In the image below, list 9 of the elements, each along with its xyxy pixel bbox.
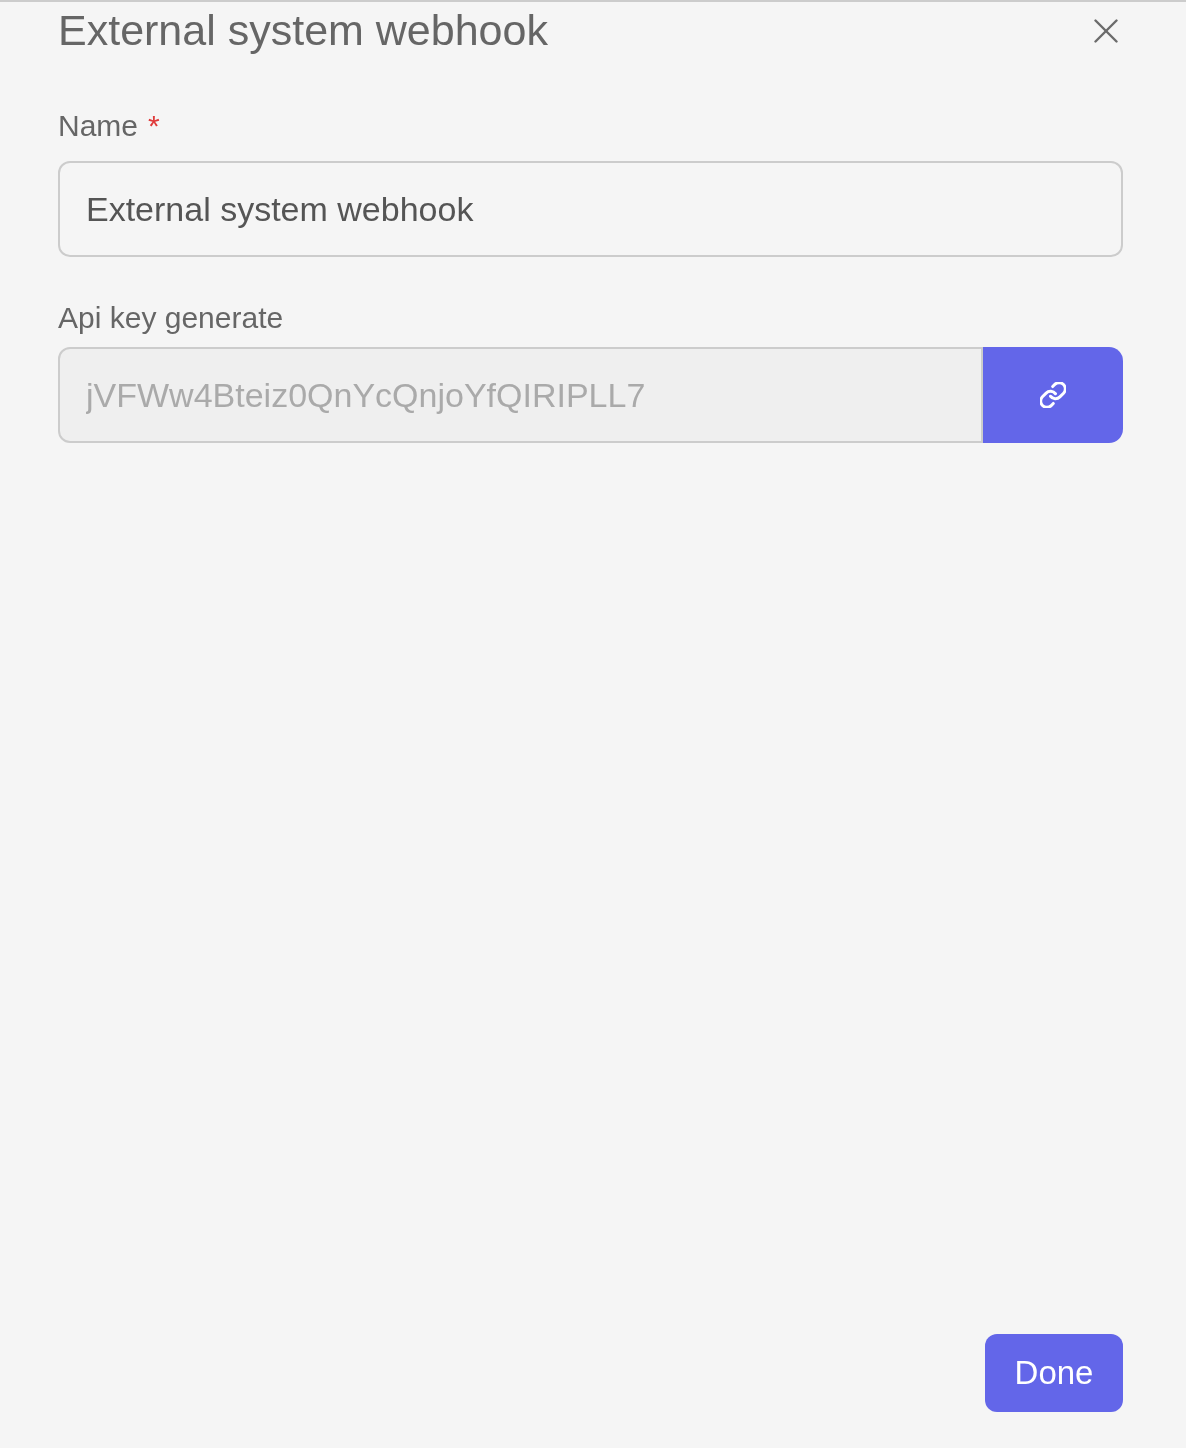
generate-button[interactable]	[983, 347, 1123, 443]
close-icon[interactable]	[1094, 19, 1118, 43]
field-label: Name	[58, 108, 139, 144]
dialog-title: External system webhook	[58, 5, 548, 56]
field-label: Api key generate	[58, 300, 284, 336]
link-icon	[1040, 382, 1066, 408]
done-button[interactable]: Done	[985, 1334, 1123, 1412]
name-input[interactable]: External system webhook	[58, 161, 1123, 257]
required-mark: *	[148, 108, 160, 144]
